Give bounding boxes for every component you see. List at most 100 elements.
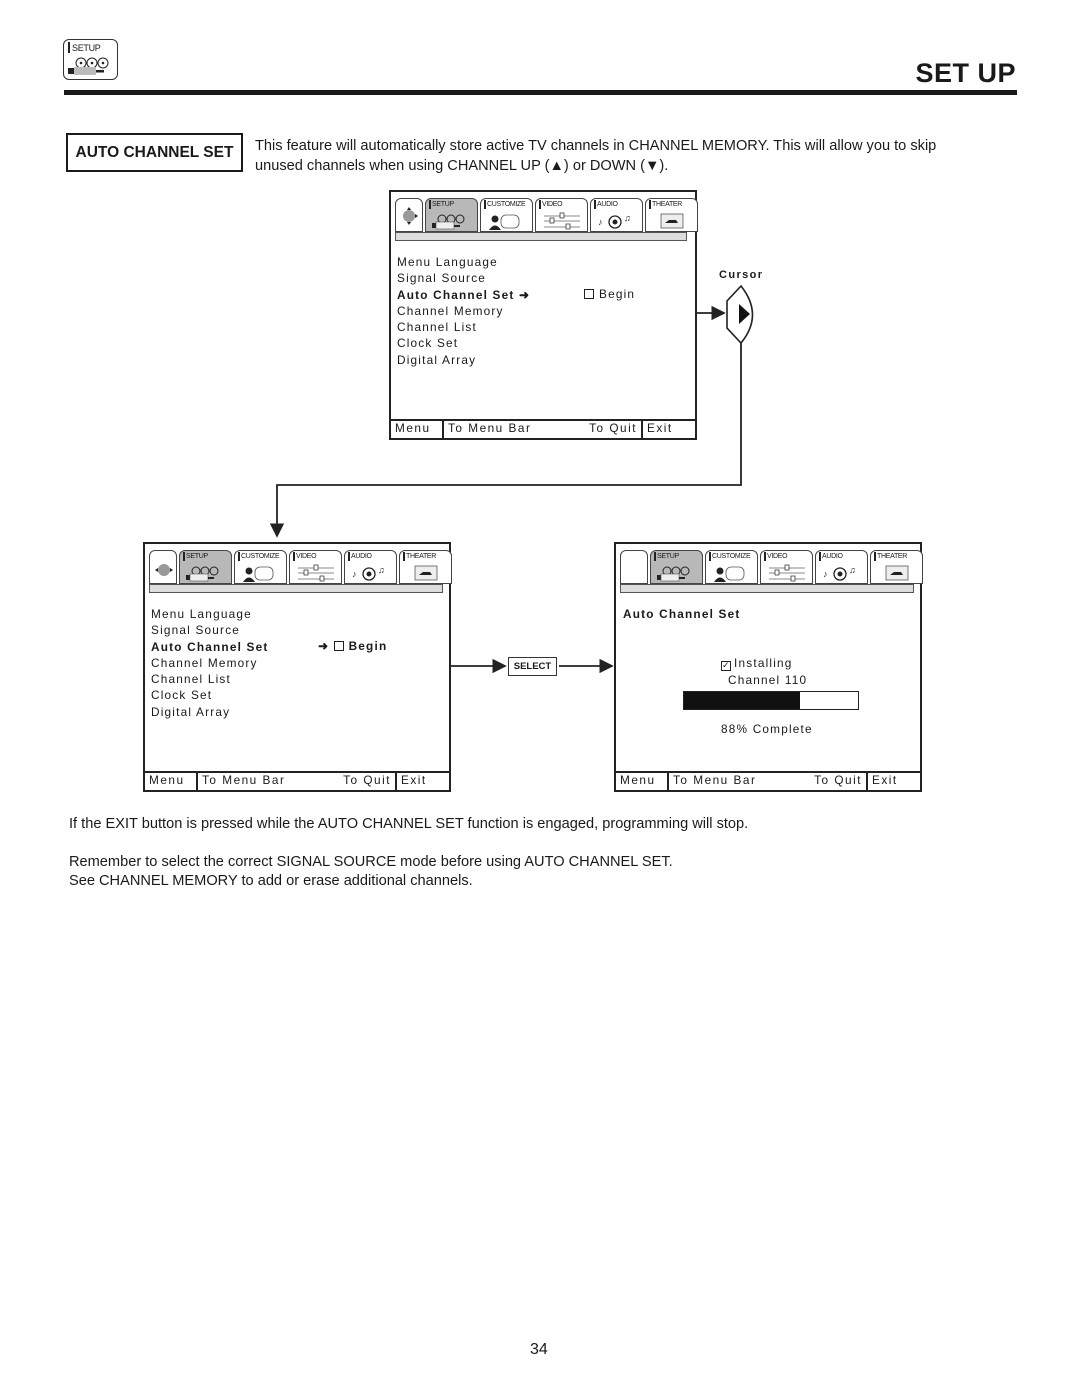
menu-item[interactable]: Channel Memory	[151, 655, 269, 671]
video-sliders-icon	[298, 564, 334, 582]
menu-item[interactable]: Digital Array	[397, 352, 530, 368]
menu-item-selected[interactable]: Auto Channel Set	[151, 639, 269, 655]
footer-to-quit: To Quit	[343, 773, 391, 787]
install-progress-bar	[683, 691, 859, 710]
svg-text:♪: ♪	[352, 569, 357, 579]
tab-setup[interactable]: SETUP	[179, 550, 232, 584]
tab-theater[interactable]: THEATER	[399, 550, 452, 584]
setup-tab-icon	[657, 566, 690, 582]
cursor-label: Cursor	[719, 269, 764, 281]
tab-customize[interactable]: CUSTOMIZE	[234, 550, 287, 584]
tab-theater[interactable]: THEATER	[870, 550, 923, 584]
menu-item-selected[interactable]: Auto Channel Set ➜	[397, 287, 530, 303]
tv-menu-screen-2: SETUP CUSTOMIZE VIDEO AUDIO ♪ ♫ THEATER M…	[143, 542, 454, 792]
checked-checkbox-icon: ✓	[721, 660, 731, 671]
right-arrow-icon: ➜	[519, 287, 531, 302]
footer-to-menu-bar: To Menu Bar	[448, 421, 532, 435]
install-status: ✓ Installing	[721, 656, 793, 671]
customize-tab-icon	[243, 566, 274, 582]
tab-audio[interactable]: AUDIO ♪ ♫	[815, 550, 868, 584]
theater-film-icon	[885, 565, 909, 581]
audio-disc-icon: ♪ ♫	[352, 565, 385, 581]
menu-item[interactable]: Channel List	[151, 671, 269, 687]
checkbox-icon	[584, 289, 594, 299]
footer-to-menu-bar: To Menu Bar	[673, 773, 757, 787]
footer-menu: Menu	[145, 773, 198, 790]
tab-video[interactable]: VIDEO	[535, 198, 588, 232]
tv-install-screen: SETUP CUSTOMIZE VIDEO AUDIO ♪ ♫ THEATER A…	[614, 542, 925, 792]
menu-title-bar	[620, 584, 914, 593]
progress-fill	[684, 692, 801, 709]
footer-to-quit: To Quit	[814, 773, 862, 787]
checkbox-icon	[333, 641, 344, 651]
progress-label: 88% Complete	[721, 722, 813, 736]
tab-customize[interactable]: CUSTOMIZE	[480, 198, 533, 232]
tab-video[interactable]: VIDEO	[760, 550, 813, 584]
begin-option[interactable]: ➜ Begin	[318, 638, 387, 654]
menu-tab-bar: SETUP CUSTOMIZE VIDEO AUDIO ♪ ♫ THEATER	[395, 198, 700, 232]
select-button[interactable]: SELECT	[508, 657, 557, 676]
customize-tab-icon	[489, 214, 520, 230]
tv-menu-screen-1: SETUP CUSTOMIZE VIDEO AUDIO ♪ ♫ THEATER M…	[389, 190, 700, 440]
dpad-icon	[403, 207, 418, 225]
note-signal-source: Remember to select the correct SIGNAL SO…	[69, 854, 673, 870]
menu-tab-bar: SETUP CUSTOMIZE VIDEO AUDIO ♪ ♫ THEATER	[149, 550, 454, 584]
audio-disc-icon: ♪ ♫	[823, 565, 856, 581]
svg-text:♪: ♪	[823, 569, 828, 579]
svg-text:♪: ♪	[598, 217, 603, 227]
svg-text:♫: ♫	[378, 565, 385, 575]
footer-menu: Menu	[616, 773, 669, 790]
note-channel-memory: See CHANNEL MEMORY to add or erase addit…	[69, 873, 473, 889]
menu-item[interactable]: Channel Memory	[397, 303, 530, 319]
footer-exit: Exit	[866, 773, 920, 790]
tab-setup[interactable]: SETUP	[425, 198, 478, 232]
footer-exit: Exit	[395, 773, 449, 790]
tab-video[interactable]: VIDEO	[289, 550, 342, 584]
menu-footer: Menu To Menu Bar To Quit Exit	[391, 419, 695, 438]
tab-audio[interactable]: AUDIO ♪ ♫	[344, 550, 397, 584]
audio-disc-icon: ♪ ♫	[598, 213, 631, 229]
menu-item[interactable]: Clock Set	[397, 335, 530, 351]
menu-title-bar	[149, 584, 443, 593]
menu-item[interactable]: Signal Source	[397, 270, 530, 286]
note-exit: If the EXIT button is pressed while the …	[69, 816, 749, 832]
footer-menu: Menu	[391, 421, 444, 438]
tab-customize[interactable]: CUSTOMIZE	[705, 550, 758, 584]
video-sliders-icon	[769, 564, 805, 582]
tab-nav[interactable]	[395, 198, 423, 232]
menu-list: Menu Language Signal Source Auto Channel…	[151, 606, 269, 720]
menu-tab-bar: SETUP CUSTOMIZE VIDEO AUDIO ♪ ♫ THEATER	[620, 550, 925, 584]
svg-text:♫: ♫	[849, 565, 856, 575]
footer-to-menu-bar: To Menu Bar	[202, 773, 286, 787]
begin-option[interactable]: Begin	[584, 286, 635, 302]
footer-exit: Exit	[641, 421, 695, 438]
tab-setup[interactable]: SETUP	[650, 550, 703, 584]
tab-audio[interactable]: AUDIO ♪ ♫	[590, 198, 643, 232]
menu-item[interactable]: Signal Source	[151, 622, 269, 638]
page-number: 34	[530, 1341, 548, 1358]
svg-text:♫: ♫	[624, 213, 631, 223]
customize-tab-icon	[714, 566, 745, 582]
setup-tab-icon	[432, 214, 465, 230]
menu-footer: Menu To Menu Bar To Quit Exit	[616, 771, 920, 790]
menu-footer: Menu To Menu Bar To Quit Exit	[145, 771, 449, 790]
menu-item[interactable]: Channel List	[397, 319, 530, 335]
footer-to-quit: To Quit	[589, 421, 637, 435]
cursor-button-icon	[726, 284, 754, 345]
install-channel: Channel 110	[728, 673, 808, 687]
menu-title-bar	[395, 232, 687, 241]
tab-nav[interactable]	[620, 550, 648, 584]
menu-item[interactable]: Digital Array	[151, 704, 269, 720]
menu-item[interactable]: Menu Language	[151, 606, 269, 622]
right-arrow-icon: ➜	[318, 639, 330, 653]
theater-film-icon	[660, 213, 684, 229]
menu-list: Menu Language Signal Source Auto Channel…	[397, 254, 530, 368]
menu-item[interactable]: Menu Language	[397, 254, 530, 270]
setup-tab-icon	[186, 566, 219, 582]
tab-nav[interactable]	[149, 550, 177, 584]
install-title: Auto Channel Set	[623, 607, 741, 621]
video-sliders-icon	[544, 212, 580, 230]
theater-film-icon	[414, 565, 438, 581]
menu-item[interactable]: Clock Set	[151, 687, 269, 703]
tab-theater[interactable]: THEATER	[645, 198, 698, 232]
